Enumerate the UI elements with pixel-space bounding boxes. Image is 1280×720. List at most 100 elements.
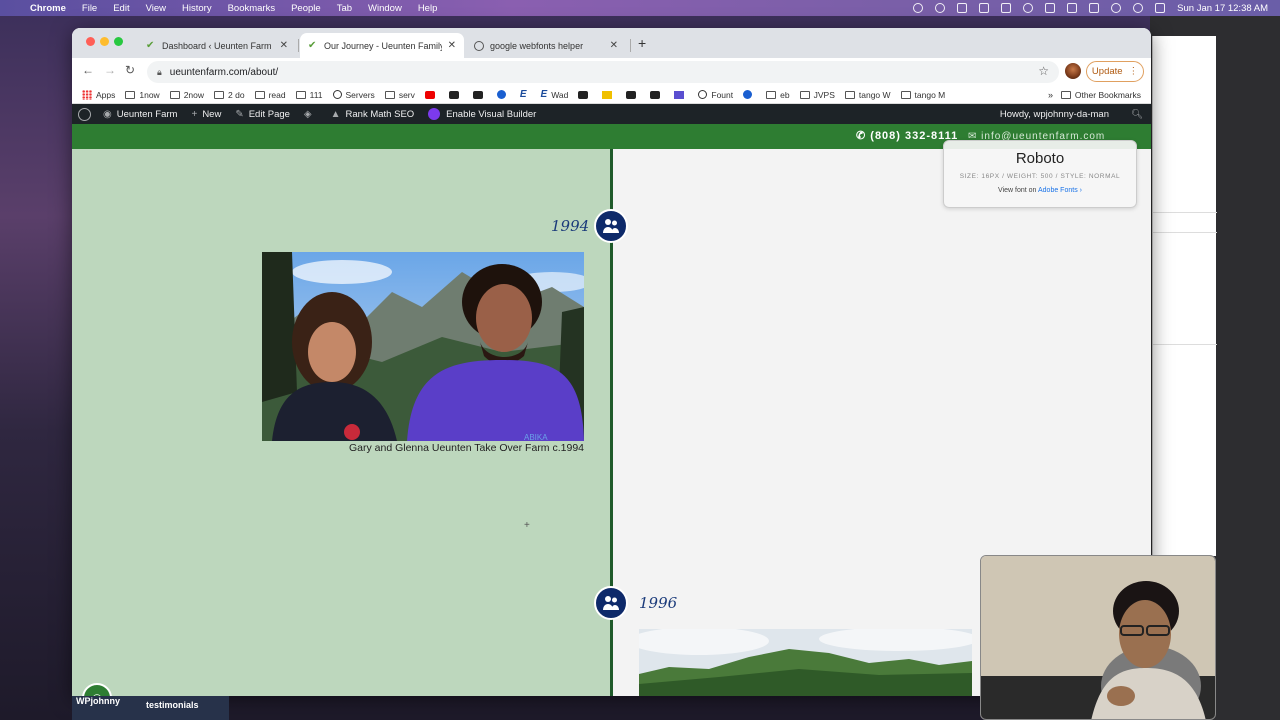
other-bookmarks-folder[interactable]: Other Bookmarks — [1060, 90, 1141, 100]
close-tab-icon[interactable]: ✕ — [280, 40, 288, 51]
bookmark-item[interactable]: 2now — [169, 90, 204, 100]
bookmark-item[interactable]: 1now — [125, 89, 160, 100]
folder-icon — [384, 90, 395, 99]
close-tab-icon[interactable]: ✕ — [448, 40, 456, 51]
wp-edit-page-button[interactable]: ✎ Edit Page — [235, 109, 290, 120]
phone-number[interactable]: ✆ (808) 332-8111 — [856, 129, 958, 142]
new-tab-button[interactable]: + — [638, 35, 646, 51]
reload-button[interactable]: ↻ — [125, 63, 135, 77]
play-icon[interactable] — [1023, 3, 1034, 13]
dashboard-icon: ◉ — [103, 108, 112, 120]
bookmark-item[interactable] — [650, 90, 664, 99]
timeline-year-1996: 1996 — [639, 594, 678, 612]
desktop-folder-testimonials[interactable]: testimonials — [146, 700, 199, 710]
bookmark-item[interactable] — [602, 90, 616, 99]
menubar-clock[interactable]: Sun Jan 17 12:38 AM — [1177, 3, 1268, 14]
url-text[interactable]: ueuntenfarm.com/about/ — [170, 67, 278, 78]
menu-history[interactable]: History — [182, 3, 212, 14]
menu-help[interactable]: Help — [418, 3, 438, 14]
wp-admin-bar: ◉ Ueunten Farm + New ✎ Edit Page ◈ ▲ Rank Ma… — [72, 104, 1151, 124]
bookmark-item[interactable] — [496, 90, 510, 99]
vlc-icon[interactable] — [957, 3, 968, 13]
bookmark-item[interactable]: 111 — [295, 90, 323, 100]
bookmark-item[interactable]: 2 do — [214, 90, 245, 100]
address-bar[interactable]: 🔒︎ ueuntenfarm.com/about/ ☆ — [147, 61, 1059, 83]
wp-rankmath-button[interactable]: ▲ Rank Math SEO — [331, 109, 415, 120]
desktop-folder-wpjohnny[interactable]: WPjohnny — [76, 696, 120, 706]
wp-howdy-user[interactable]: Howdy, wpjohnny-da-man — [1000, 109, 1109, 120]
bookmark-item[interactable] — [424, 90, 439, 99]
bookmark-item[interactable]: eb — [766, 90, 790, 100]
font-link-line: View font on Adobe Fonts › — [944, 187, 1136, 194]
update-button[interactable]: Update ⋮ — [1086, 61, 1144, 82]
bluetooth-icon[interactable] — [1067, 3, 1078, 13]
menu-edit[interactable]: Edit — [113, 3, 129, 14]
wp-diamond-button[interactable]: ◈ — [304, 109, 317, 120]
menu-tab[interactable]: Tab — [337, 3, 352, 14]
bookmark-item[interactable] — [674, 90, 688, 99]
tab-our-journey[interactable]: ✔ Our Journey - Ueunten Family ✕ — [300, 33, 464, 58]
bookmark-label: 1now — [139, 89, 160, 100]
bookmark-item[interactable] — [743, 90, 756, 99]
bookmark-label: Apps — [96, 89, 116, 100]
bookmark-item[interactable]: Fount — [698, 90, 733, 100]
zoom-window-button[interactable] — [114, 37, 123, 46]
control-center-icon[interactable] — [1155, 3, 1166, 13]
font-inspector-tooltip: Roboto SIZE: 16PX / WEIGHT: 500 / STYLE:… — [943, 140, 1137, 208]
bookmark-item[interactable] — [448, 90, 463, 99]
new-label: New — [202, 108, 222, 120]
lock-icon[interactable]: 🔒︎ — [157, 67, 162, 78]
bookmark-item[interactable]: serv — [384, 90, 415, 100]
wp-site-name[interactable]: ◉ Ueunten Farm — [103, 109, 177, 120]
spotlight-icon[interactable] — [1133, 3, 1144, 13]
minimize-window-button[interactable] — [100, 37, 109, 46]
bookmark-item[interactable]: Apps — [82, 89, 116, 100]
record-icon[interactable] — [913, 3, 924, 13]
bookmark-item[interactable]: E Wad — [541, 89, 569, 100]
search-icon[interactable]: 🔍︎ — [1131, 109, 1143, 120]
menu-window[interactable]: Window — [368, 3, 402, 14]
folder-icon — [799, 90, 810, 99]
bookmark-item[interactable]: JVPS — [799, 90, 835, 100]
purple-icon — [674, 90, 685, 99]
bookmark-item[interactable] — [626, 90, 640, 99]
gear-icon[interactable] — [935, 3, 946, 13]
wifi-icon[interactable] — [1111, 3, 1122, 13]
bookmark-item[interactable]: tango M — [900, 90, 945, 100]
background-window — [1152, 36, 1217, 556]
wp-new-button[interactable]: + New — [191, 109, 221, 120]
photo-caption-1994: Gary and Glenna Ueunten Take Over Farm c… — [348, 442, 584, 454]
grid-icon[interactable] — [979, 3, 990, 13]
blue-icon — [743, 90, 753, 99]
profile-avatar[interactable] — [1065, 63, 1081, 79]
menu-people[interactable]: People — [291, 3, 321, 14]
wp-visual-builder-button[interactable]: Enable Visual Builder — [428, 108, 536, 120]
back-button[interactable]: ← — [82, 63, 94, 77]
forward-button[interactable]: → — [104, 63, 116, 77]
mute-icon[interactable] — [1045, 3, 1056, 13]
menu-bookmarks[interactable]: Bookmarks — [228, 3, 276, 14]
drive-icon[interactable] — [1001, 3, 1012, 13]
tab-dashboard[interactable]: ✔ Dashboard ‹ Ueunten Farm — W ✕ — [138, 33, 296, 58]
menu-app-name[interactable]: Chrome — [30, 3, 66, 14]
adobe-fonts-link[interactable]: Adobe Fonts › — [1038, 187, 1082, 194]
bookmark-item[interactable]: Servers — [332, 90, 375, 100]
battery-icon[interactable] — [1089, 3, 1100, 13]
tab-title: Dashboard ‹ Ueunten Farm — W — [162, 40, 274, 51]
menu-file[interactable]: File — [82, 3, 97, 14]
bookmark-star-icon[interactable]: ☆ — [1038, 64, 1049, 78]
menu-view[interactable]: View — [146, 3, 166, 14]
bookmark-label: tango W — [858, 89, 891, 100]
bookmark-item[interactable]: E — [520, 89, 531, 100]
bookmark-item[interactable]: tango W — [844, 89, 891, 100]
bookmarks-overflow-button[interactable]: » — [1048, 90, 1053, 100]
tab-webfonts-helper[interactable]: google webfonts helper ✕ — [466, 33, 626, 58]
rankmath-icon: ▲ — [330, 108, 341, 120]
close-tab-icon[interactable]: ✕ — [610, 40, 618, 51]
ccircle-icon — [332, 90, 342, 99]
close-window-button[interactable] — [86, 37, 95, 46]
bookmark-item[interactable] — [472, 90, 487, 99]
wordpress-logo-icon[interactable] — [78, 107, 91, 121]
bookmark-item[interactable]: read — [254, 90, 286, 100]
bookmark-item[interactable] — [578, 90, 592, 99]
